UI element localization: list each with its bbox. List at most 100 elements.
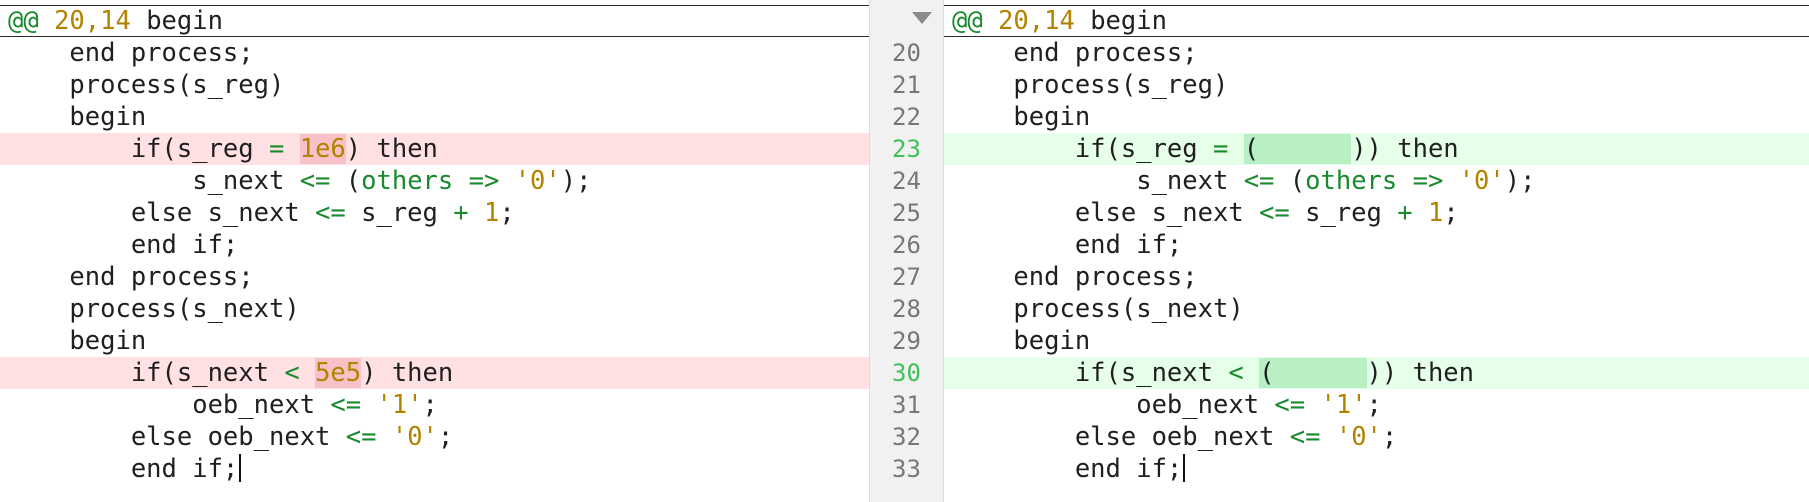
code-token: )) then	[1351, 134, 1459, 164]
code-token: '0'	[514, 166, 561, 196]
changed-token: 5e5	[315, 358, 362, 388]
code-token: s_reg	[1289, 198, 1398, 228]
right-code-line[interactable]: oeb_next <= '1';	[944, 389, 1809, 421]
code-token: if(s_next	[952, 358, 1229, 388]
left-code-line[interactable]: oeb_next <= '1';	[0, 389, 869, 421]
collapse-chevron-icon[interactable]	[912, 12, 932, 24]
right-code-line[interactable]: end process;	[944, 37, 1809, 69]
right-code-line[interactable]: end if;	[944, 453, 1809, 485]
left-code-line[interactable]: begin	[0, 325, 869, 357]
code-token: =	[1213, 134, 1229, 164]
right-code-line[interactable]: else s_next <= s_reg + 1;	[944, 197, 1809, 229]
code-token: end if;	[952, 230, 1183, 260]
code-text: end if;	[952, 229, 1182, 261]
code-token: s_next	[8, 166, 300, 196]
right-code-line[interactable]: process(s_reg)	[944, 69, 1809, 101]
left-diff-pane[interactable]: @@ 20,14 begin end process; process(s_re…	[0, 0, 869, 502]
right-code-line[interactable]: begin	[944, 325, 1809, 357]
left-code-line[interactable]: end process;	[0, 37, 869, 69]
code-token: begin	[952, 326, 1091, 356]
right-code-line[interactable]: else oeb_next <= '0';	[944, 421, 1809, 453]
code-token: <=	[330, 390, 362, 420]
right-diff-pane[interactable]: @@ 20,14 begin end process; process(s_re…	[944, 0, 1809, 502]
left-code-line[interactable]: process(s_next)	[0, 293, 869, 325]
code-token: <=	[1259, 198, 1290, 228]
code-token: if(s_next	[8, 358, 285, 388]
line-number: 27	[892, 263, 921, 291]
code-token: ;	[1381, 422, 1398, 452]
code-text: else oeb_next <= '0';	[8, 421, 453, 453]
code-token: '0'	[391, 422, 438, 452]
line-number-gutter: 20 21 22 23 24 25 26 27 28 29 30 31 32 33	[869, 0, 944, 502]
code-token: oeb_next	[8, 390, 331, 420]
code-text: process(s_next)	[8, 293, 299, 325]
code-token: '0'	[1458, 166, 1505, 196]
code-token: others	[1305, 166, 1398, 196]
left-code-lines[interactable]: end process; process(s_reg) begin if(s_r…	[0, 37, 869, 485]
line-number: 33	[892, 455, 921, 483]
right-code-line[interactable]: begin	[944, 101, 1809, 133]
right-code-line[interactable]: s_next <= (others => '0');	[944, 165, 1809, 197]
left-code-line[interactable]: else s_next <= s_reg + 1;	[0, 197, 869, 229]
code-token: ;	[1366, 390, 1382, 420]
left-code-line[interactable]: if(s_next < 5e5) then	[0, 357, 869, 389]
code-text: s_next <= (others => '0');	[952, 165, 1535, 197]
right-code-line[interactable]: if(s_next < ( )) then	[944, 357, 1809, 389]
right-code-line[interactable]: end process;	[944, 261, 1809, 293]
code-token: end if;	[8, 230, 239, 260]
right-code-line[interactable]: process(s_next)	[944, 293, 1809, 325]
left-code-line[interactable]: end if;	[0, 453, 869, 485]
code-token: (	[330, 166, 362, 196]
code-token: 1	[483, 198, 500, 228]
left-code-line[interactable]: end if;	[0, 229, 869, 261]
code-token: else s_next	[8, 198, 316, 228]
code-token: end process;	[8, 262, 254, 292]
code-token: +	[453, 198, 469, 228]
code-text: process(s_reg)	[952, 69, 1228, 101]
left-code-line[interactable]: process(s_reg)	[0, 69, 869, 101]
left-code-line[interactable]: end process;	[0, 261, 869, 293]
line-number: 32	[892, 423, 921, 451]
line-number: 21	[892, 71, 921, 99]
code-token: <=	[1289, 422, 1321, 452]
code-text: else oeb_next <= '0';	[952, 421, 1397, 453]
code-token: ) then	[345, 134, 438, 164]
code-token: <=	[1274, 390, 1306, 420]
left-code-line[interactable]: else oeb_next <= '0';	[0, 421, 869, 453]
code-token: end if;	[952, 454, 1183, 484]
line-number: 24	[892, 167, 921, 195]
hunk-label: begin	[130, 6, 223, 36]
code-token: s_next	[952, 166, 1244, 196]
code-token: process(s_reg)	[8, 70, 285, 100]
right-code-line[interactable]: if(s_reg = ( )) then	[944, 133, 1809, 165]
code-token: )) then	[1366, 358, 1474, 388]
line-number: 23	[892, 135, 921, 163]
code-token: else oeb_next	[8, 422, 346, 452]
hunk-header-right: @@ 20,14 begin	[944, 5, 1809, 37]
left-code-line[interactable]: begin	[0, 101, 869, 133]
changed-token: (	[1243, 134, 1352, 164]
code-text: end if;	[8, 453, 242, 485]
code-token: );	[560, 166, 592, 196]
code-text: begin	[8, 101, 146, 133]
code-token: 1	[1427, 198, 1444, 228]
line-number: 31	[892, 391, 921, 419]
line-number: 20	[892, 39, 921, 67]
code-token: others	[361, 166, 454, 196]
right-code-lines[interactable]: end process; process(s_reg) begin if(s_r…	[944, 37, 1809, 485]
code-text: oeb_next <= '1';	[952, 389, 1382, 421]
right-code-line[interactable]: end if;	[944, 229, 1809, 261]
left-code-line[interactable]: s_next <= (others => '0');	[0, 165, 869, 197]
code-token: <	[284, 358, 300, 388]
left-code-line[interactable]: if(s_reg = 1e6) then	[0, 133, 869, 165]
code-token: begin	[8, 326, 147, 356]
code-text: if(s_reg = ( )) then	[952, 133, 1459, 165]
